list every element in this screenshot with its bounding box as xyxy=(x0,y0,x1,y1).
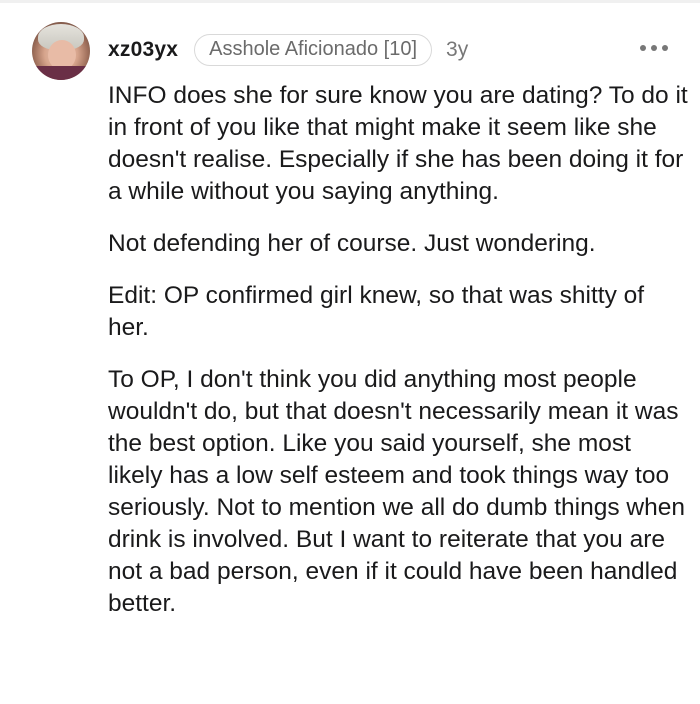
username[interactable]: xz03yx xyxy=(108,38,178,62)
avatar[interactable] xyxy=(32,22,90,80)
comment-paragraph: To OP, I don't think you did anything mo… xyxy=(108,366,685,617)
dot xyxy=(651,45,657,51)
comment-paragraph: Not defending her of course. Just wonder… xyxy=(108,230,596,257)
comment-paragraph: Edit: OP confirmed girl knew, so that wa… xyxy=(108,282,645,341)
avatar-shirt xyxy=(32,66,90,80)
comment-age: 3y xyxy=(446,38,469,61)
comment-body: INFO does she for sure know you are dati… xyxy=(108,80,688,640)
dot xyxy=(640,45,646,51)
more-options-icon[interactable] xyxy=(640,44,668,52)
comment-paragraph: INFO does she for sure know you are dati… xyxy=(108,82,688,205)
user-flair: Asshole Aficionado [10] xyxy=(194,34,433,66)
comment: xz03yx Asshole Aficionado [10] 3y INFO d… xyxy=(0,0,700,704)
comment-header: xz03yx Asshole Aficionado [10] 3y xyxy=(108,33,468,67)
dot xyxy=(662,45,668,51)
